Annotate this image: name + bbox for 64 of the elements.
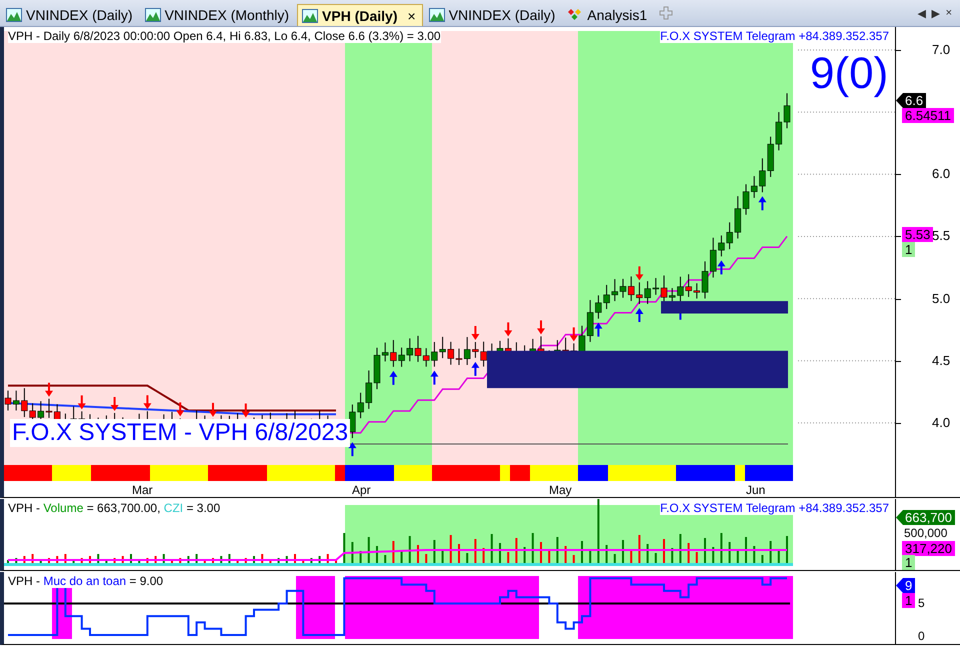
sell-arrow-icon bbox=[242, 404, 250, 418]
price-label: 7.0 bbox=[932, 42, 950, 58]
buy-arrow-icon bbox=[635, 308, 644, 322]
price-label: 5.0 bbox=[932, 290, 950, 307]
sell-arrow-icon bbox=[209, 402, 217, 417]
buy-arrow-icon bbox=[758, 196, 766, 210]
value-badge: 9 bbox=[896, 578, 916, 593]
price-label: 4.5 bbox=[932, 352, 950, 369]
tab-nav-button[interactable]: × bbox=[946, 6, 952, 20]
volume-header: VPH - Volume = 663,700.00, CZI = 3.00 bbox=[8, 501, 220, 515]
sell-arrow-icon bbox=[45, 382, 53, 397]
date-label: Jun bbox=[746, 483, 766, 497]
chart-tab[interactable]: VNINDEX (Daily) bbox=[2, 4, 139, 26]
tab-nav-button[interactable]: ◀ bbox=[918, 6, 926, 20]
chart-tab[interactable]: Analysis1 bbox=[563, 4, 654, 26]
sell-arrow-icon bbox=[78, 395, 86, 410]
sell-arrow-icon bbox=[110, 396, 119, 411]
diamonds-icon bbox=[567, 8, 584, 22]
date-label: Apr bbox=[352, 483, 371, 497]
buy-arrow-icon bbox=[471, 362, 480, 376]
buy-arrow-icon bbox=[430, 370, 438, 385]
sell-arrow-icon bbox=[176, 402, 184, 416]
telegram-label: F.O.X SYSTEM Telegram +84.389.352.357 bbox=[660, 501, 889, 515]
tab-nav-button[interactable]: ▶ bbox=[932, 6, 940, 20]
value-badge: 1 bbox=[902, 242, 916, 257]
price-label: 6.0 bbox=[932, 166, 950, 182]
sell-arrow-icon bbox=[471, 326, 480, 340]
chart-tab[interactable]: VNINDEX (Monthly) bbox=[140, 4, 296, 26]
date-label: Mar bbox=[132, 483, 153, 497]
chart-icon bbox=[302, 8, 318, 22]
chart-icon bbox=[428, 8, 445, 22]
telegram-label: F.O.X SYSTEM Telegram +84.389.352.357 bbox=[660, 29, 889, 43]
chart-icon bbox=[6, 8, 22, 22]
safety-label: 5 bbox=[918, 596, 925, 610]
chart-tab[interactable]: VPH (Daily) × bbox=[297, 4, 423, 26]
sell-arrow-icon bbox=[143, 395, 152, 410]
safety-label: 0 bbox=[918, 629, 925, 643]
buy-arrow-icon bbox=[348, 442, 356, 456]
sell-arrow-icon bbox=[635, 266, 644, 280]
sell-arrow-icon bbox=[537, 320, 545, 334]
value-badge: 6.54511 bbox=[902, 108, 954, 123]
date-label: May bbox=[549, 483, 572, 497]
price-label: 4.0 bbox=[932, 414, 950, 431]
buy-arrow-icon bbox=[717, 260, 726, 274]
value-badge: 6.6 bbox=[896, 93, 926, 108]
value-badge: 5.53 bbox=[902, 227, 934, 242]
price-label: 5.5 bbox=[932, 228, 950, 244]
volume-label: 500,000 bbox=[904, 526, 948, 540]
sell-arrow-icon bbox=[570, 327, 578, 342]
value-badge: 1 bbox=[902, 593, 916, 608]
safety-header: VPH - Muc do an toan = 9.00 bbox=[8, 574, 164, 588]
safety-zone bbox=[296, 576, 335, 639]
add-tab-icon[interactable] bbox=[659, 6, 674, 20]
value-badge: 1 bbox=[902, 555, 916, 570]
chart-header: VPH - Daily 6/8/2023 00:00:00 Open 6.4, Hi 6.83, Lo 6.4, Close 6.6 (3.3%) = 3.00 bbox=[8, 29, 441, 43]
chart-title-overlay: F.O.X SYSTEM - VPH 6/8/2023 bbox=[10, 419, 350, 447]
buy-arrow-icon bbox=[389, 370, 398, 385]
value-badge: 663,700 bbox=[896, 510, 955, 525]
buy-arrow-icon bbox=[594, 322, 602, 337]
value-badge: 317,220 bbox=[902, 541, 955, 556]
chart-tab[interactable]: VNINDEX (Daily) bbox=[424, 4, 562, 26]
sell-arrow-icon bbox=[504, 322, 512, 336]
signal-text: 9(0) bbox=[810, 49, 888, 99]
chart-icon bbox=[144, 8, 161, 22]
